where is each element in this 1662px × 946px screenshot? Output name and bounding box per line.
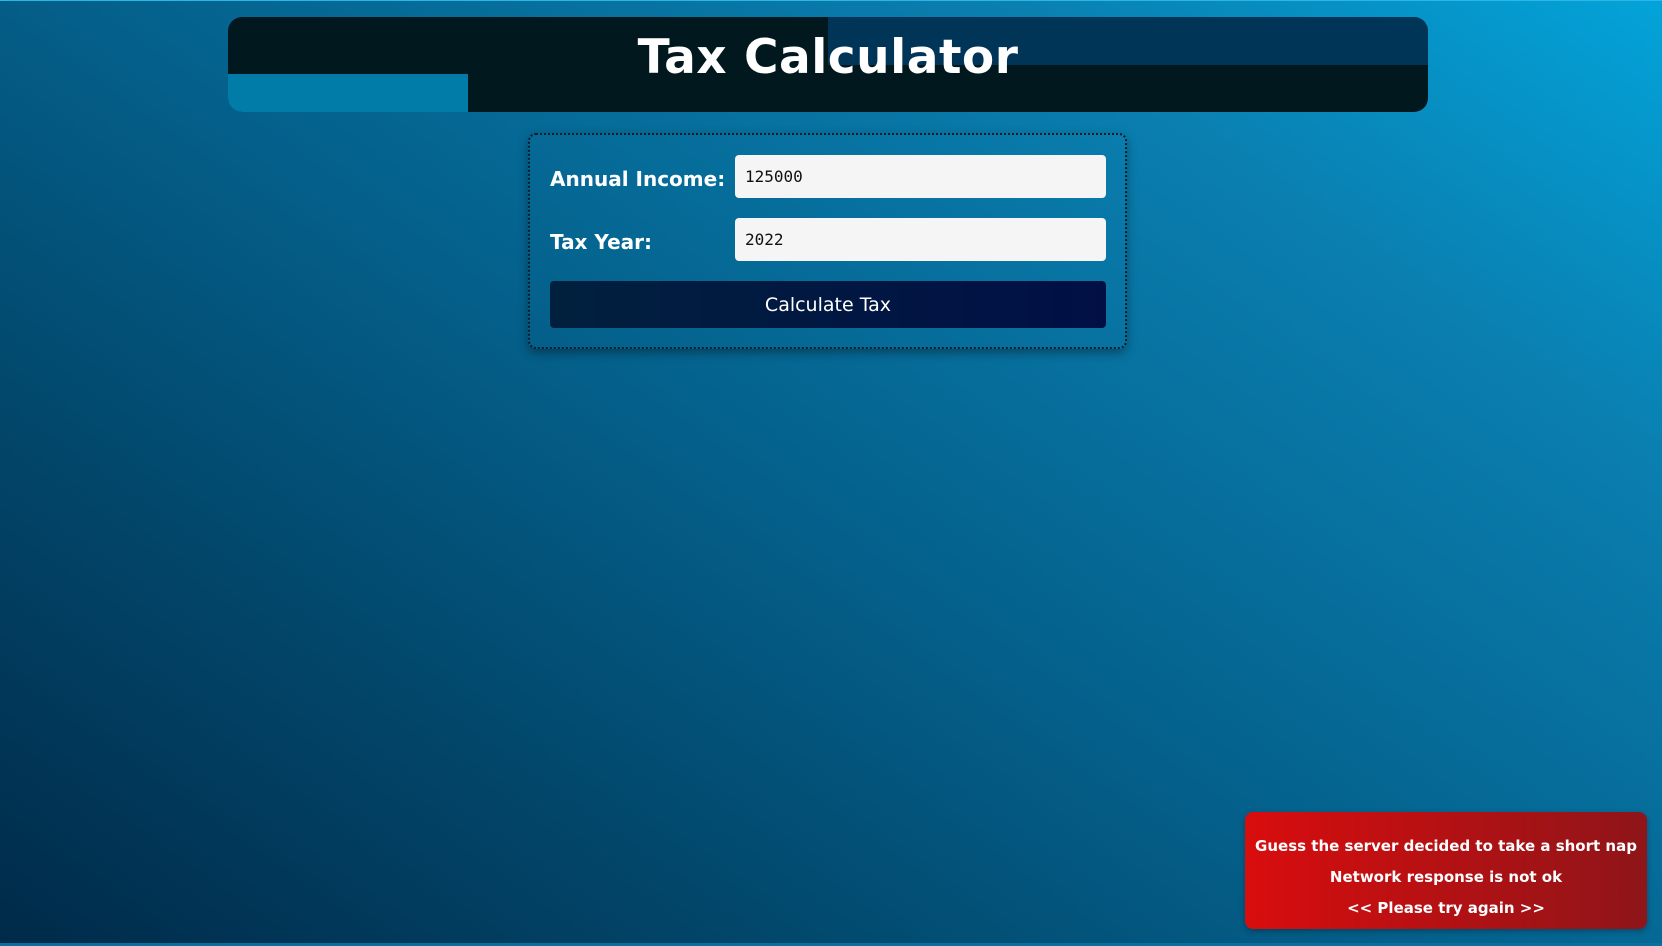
year-row: Tax Year: <box>550 218 1106 262</box>
income-row: Annual Income: <box>550 155 1106 199</box>
tax-form: Annual Income: Tax Year: Calculate Tax <box>528 133 1127 349</box>
income-input[interactable] <box>735 155 1106 198</box>
page-title: Tax Calculator <box>637 30 1019 85</box>
calculate-tax-button[interactable]: Calculate Tax <box>550 281 1106 328</box>
year-label: Tax Year: <box>550 230 652 254</box>
income-label: Annual Income: <box>550 167 726 191</box>
error-message-line1: Guess the server decided to take a short… <box>1255 837 1637 855</box>
error-message-line2: Network response is not ok <box>1329 868 1563 886</box>
app-header: Tax Calculator <box>228 17 1428 112</box>
error-toast: Guess the server decided to take a short… <box>1245 812 1647 929</box>
year-input[interactable] <box>735 218 1106 261</box>
error-message-retry: << Please try again >> <box>1347 899 1545 917</box>
top-border-line <box>0 0 1662 1</box>
